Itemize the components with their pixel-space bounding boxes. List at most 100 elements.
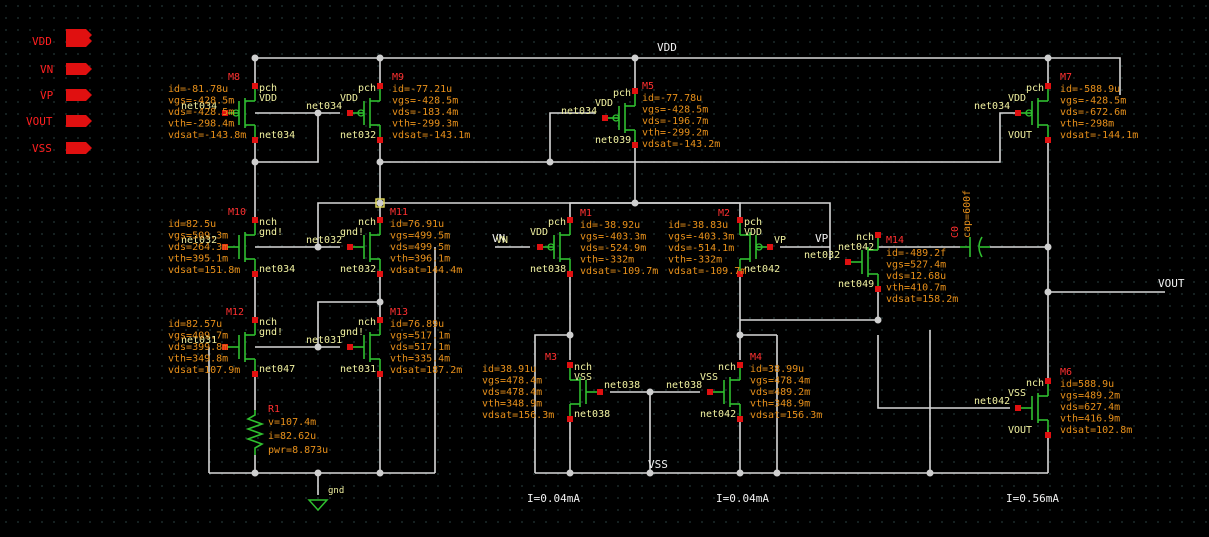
M10-param-0: id=82.5u bbox=[168, 219, 216, 230]
M3-drain-net: net038 bbox=[574, 409, 610, 420]
transistor-M9[interactable]: M9 pch net034VDD net032 id=-77.21uvgs=-428.5… bbox=[306, 72, 470, 143]
M8-param-2: vds=-428.5m bbox=[168, 107, 234, 118]
junction-dot bbox=[376, 469, 384, 477]
M4-terminal-2 bbox=[707, 389, 713, 395]
M3-terminal-2 bbox=[597, 389, 603, 395]
M6-param-2: vds=627.4m bbox=[1060, 402, 1120, 413]
M11-param-1: vgs=499.5m bbox=[390, 231, 450, 242]
M1-bulk-net: VDD bbox=[530, 227, 548, 238]
transistor-M12[interactable]: M12nchnet031gnd!net047id=82.57uvgs=409.7… bbox=[168, 307, 295, 377]
M7-type: pch bbox=[1026, 83, 1044, 94]
R1-param-0: v=107.4m bbox=[268, 417, 316, 428]
junction-dot bbox=[736, 331, 744, 339]
C0-name: C0 bbox=[950, 226, 961, 238]
M4-param-1: vgs=478.4m bbox=[750, 376, 810, 387]
M7-terminal-0 bbox=[1045, 83, 1051, 89]
M2-param-2: vds=-514.1m bbox=[668, 243, 734, 254]
M8-param-1: vgs=-428.5m bbox=[168, 96, 234, 107]
M8-name: M8 bbox=[228, 72, 240, 83]
M14-terminal-2 bbox=[845, 259, 851, 265]
ground-symbol: gnd bbox=[307, 486, 344, 512]
transistor-M13[interactable]: M13nchnet031gnd!net031id=76.89uvgs=517.1… bbox=[306, 307, 462, 377]
M4-terminal-0 bbox=[737, 362, 743, 368]
M3-terminal-1 bbox=[567, 416, 573, 422]
M5-param-2: vds=-196.7m bbox=[642, 116, 708, 127]
resistor-R1[interactable]: R1 v=107.4m i=82.62u pwr=8.873u bbox=[245, 404, 328, 456]
pin-vss[interactable]: VSS bbox=[32, 142, 92, 155]
M9-type: pch bbox=[358, 83, 376, 94]
M11-drain-net: net032 bbox=[340, 264, 376, 275]
schematic-svg: VDD VN VP VOUT VSS VDD VSS VN VP VOUT I=… bbox=[26, 29, 1185, 512]
M12-drain-net: net047 bbox=[259, 364, 295, 375]
M9-param-0: id=-77.21u bbox=[392, 84, 452, 95]
M11-gate-net: net032 bbox=[306, 235, 342, 246]
net-label-vp: VP bbox=[815, 232, 829, 245]
M12-param-3: vth=349.8m bbox=[168, 354, 228, 365]
M6-drain-net: VOUT bbox=[1008, 425, 1032, 436]
junction-dot bbox=[376, 158, 384, 166]
pin-vn[interactable]: VN bbox=[40, 63, 92, 76]
M4-name: M4 bbox=[750, 352, 762, 363]
pin-vout[interactable]: VOUT bbox=[26, 115, 92, 128]
transistor-M11[interactable]: M11nchnet032gnd!net032id=76.91uvgs=499.5… bbox=[306, 207, 462, 277]
M3-param-3: vth=348.9m bbox=[482, 399, 542, 410]
M2-gate-net: VP bbox=[774, 235, 786, 246]
M6-param-3: vth=416.9m bbox=[1060, 414, 1120, 425]
M13-param-1: vgs=517.1m bbox=[390, 331, 450, 342]
M5-terminal-1 bbox=[632, 142, 638, 148]
M13-terminal-2 bbox=[347, 344, 353, 350]
M8-bulk-net: VDD bbox=[259, 93, 277, 104]
M12-terminal-1 bbox=[252, 371, 258, 377]
junction-dot bbox=[251, 158, 259, 166]
M3-name: M3 bbox=[545, 352, 557, 363]
schematic-canvas[interactable]: VDD VN VP VOUT VSS VDD VSS VN VP VOUT I=… bbox=[0, 0, 1209, 533]
M5-param-1: vgs=-428.5m bbox=[642, 105, 708, 116]
M14-terminal-0 bbox=[875, 232, 881, 238]
transistor-M7[interactable]: M7pchnet034VDDVOUTid=-588.9uvgs=-428.5mv… bbox=[974, 72, 1138, 143]
M12-bulk-net: gnd! bbox=[259, 327, 283, 338]
M7-param-2: vds=-672.6m bbox=[1060, 107, 1126, 118]
transistor-M8[interactable]: M8pchnet034VDDnet034id=-81.78uvgs=-428.5… bbox=[168, 72, 295, 143]
M5-bulk-net: VDD bbox=[595, 98, 613, 109]
M4-terminal-1 bbox=[737, 416, 743, 422]
M13-drain-net: net031 bbox=[340, 364, 376, 375]
pin-vdd[interactable]: VDD bbox=[32, 29, 92, 48]
M11-param-4: vdsat=144.4m bbox=[390, 265, 462, 276]
net-label-vss: VSS bbox=[648, 458, 668, 471]
transistor-M3[interactable]: M3nchnet038VSSnet038id=38.91uvgs=478.4mv… bbox=[482, 352, 640, 422]
M5-type: pch bbox=[613, 88, 631, 99]
M13-param-3: vth=335.4m bbox=[390, 354, 450, 365]
M7-drain-net: VOUT bbox=[1008, 130, 1032, 141]
M9-gate-net: net034 bbox=[306, 101, 342, 112]
transistor-M1[interactable]: M1pchVNVDDnet038id=-38.92uvgs=-403.3mvds… bbox=[496, 208, 658, 277]
M4-param-2: vds=489.2m bbox=[750, 387, 810, 398]
transistor-M10[interactable]: M10nchnet032gnd!net034id=82.5uvgs=509.3m… bbox=[168, 207, 295, 277]
M14-param-0: id=-489.2f bbox=[886, 248, 946, 259]
transistor-M5[interactable]: M5 pch net034VDD net039 id=-77.78uvgs=-428.5… bbox=[561, 81, 720, 150]
M14-terminal-1 bbox=[875, 286, 881, 292]
M13-param-0: id=76.89u bbox=[390, 319, 444, 330]
junction-dot bbox=[926, 469, 934, 477]
M12-terminal-0 bbox=[252, 317, 258, 323]
M7-param-1: vgs=-428.5m bbox=[1060, 96, 1126, 107]
M4-type: nch bbox=[718, 362, 736, 373]
M9-terminal-0 bbox=[377, 83, 383, 89]
M4-gate-net: net038 bbox=[666, 380, 702, 391]
M2-param-4: vdsat=-109.7m bbox=[668, 266, 746, 277]
pin-vout-label: VOUT bbox=[26, 115, 53, 128]
transistor-M2[interactable]: M2pchVPVDDnet042id=-38.83uvgs=-403.3mvds… bbox=[668, 208, 786, 277]
pin-vp[interactable]: VP bbox=[40, 89, 92, 102]
pin-vn-shape bbox=[66, 63, 92, 75]
pin-vdd-label: VDD bbox=[32, 35, 52, 48]
M11-terminal-1 bbox=[377, 271, 383, 277]
junction-dot bbox=[566, 469, 574, 477]
transistor-M4[interactable]: M4nchnet038VSSnet042id=38.99uvgs=478.4mv… bbox=[666, 352, 822, 422]
M5-terminal-2 bbox=[602, 115, 608, 121]
M6-type: nch bbox=[1026, 378, 1044, 389]
M9-name: M9 bbox=[392, 72, 404, 83]
M2-terminal-0 bbox=[737, 217, 743, 223]
transistor-M6[interactable]: M6nchnet042VSSVOUTid=588.9uvgs=489.2mvds… bbox=[974, 367, 1132, 438]
M14-gate-net: net032 bbox=[804, 250, 840, 261]
current-label-1: I=0.04mA bbox=[527, 492, 580, 505]
R1-param-1: i=82.62u bbox=[268, 431, 316, 442]
